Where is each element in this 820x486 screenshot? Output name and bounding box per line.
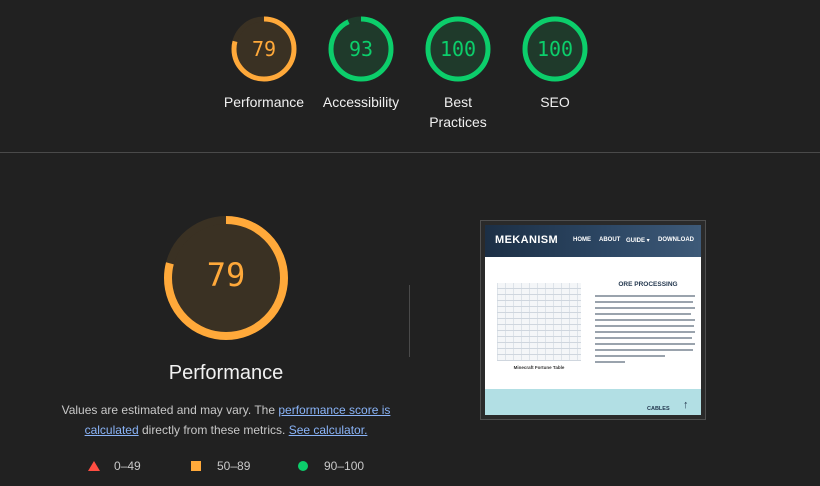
screenshot-nav-item: DOWNLOAD	[658, 237, 694, 243]
gauge-score: 79	[251, 37, 277, 61]
score-legend: 0–49 50–89 90–100	[88, 458, 388, 474]
screenshot-header: MEKANISM HOME ABOUT GUIDE ▾ DOWNLOAD	[485, 225, 701, 257]
legend-range: 50–89	[217, 459, 251, 473]
triangle-icon	[88, 461, 100, 471]
performance-score: 79	[206, 256, 246, 294]
gauge-accessibility[interactable]: 93 Accessibility	[313, 16, 409, 112]
category-gauges: 79 Performance 93 Accessibility 100 Best…	[0, 0, 820, 152]
legend-range: 90–100	[324, 459, 365, 473]
see-calculator-link[interactable]: See calculator.	[289, 423, 368, 437]
screenshot-logo: MEKANISM	[495, 234, 559, 246]
section-divider	[0, 152, 820, 153]
gauge-label: Performance	[223, 94, 305, 110]
screenshot-page: MEKANISM HOME ABOUT GUIDE ▾ DOWNLOAD Min…	[485, 225, 701, 415]
gauge-label: Best Practices	[429, 94, 487, 130]
gauge-label: Accessibility	[322, 94, 400, 110]
gauge-performance[interactable]: 79 Performance	[216, 16, 312, 112]
final-screenshot[interactable]: MEKANISM HOME ABOUT GUIDE ▾ DOWNLOAD Min…	[480, 220, 706, 420]
gauge-score: 93	[348, 37, 374, 61]
description-text: Values are estimated and may vary. The	[61, 403, 279, 417]
legend-range: 0–49	[114, 459, 141, 473]
square-icon	[191, 461, 201, 471]
screenshot-footer-label: CABLES	[647, 406, 670, 412]
description-text: directly from these metrics.	[138, 423, 289, 437]
screenshot-nav-item: GUIDE ▾	[626, 238, 650, 244]
circle-icon	[298, 461, 308, 471]
gauge-score: 100	[439, 37, 477, 61]
screenshot-paragraph	[595, 295, 695, 367]
screenshot-nav-item: ABOUT	[599, 237, 621, 243]
screenshot-table	[497, 283, 581, 361]
vertical-divider	[409, 285, 410, 357]
screenshot-table-caption: Minecraft Fortune Table	[513, 365, 565, 370]
screenshot-nav-item: HOME	[573, 237, 591, 243]
screenshot-heading: ORE PROCESSING	[618, 281, 678, 288]
gauge-label: SEO	[540, 94, 570, 110]
performance-gauge-large: 79	[164, 216, 288, 340]
up-arrow-icon: ↑	[683, 399, 689, 411]
gauge-seo[interactable]: 100 SEO	[507, 16, 603, 112]
performance-description: Values are estimated and may vary. The p…	[56, 400, 396, 440]
gauge-score: 100	[536, 37, 574, 61]
gauge-best-practices[interactable]: 100 Best Practices	[410, 16, 506, 132]
performance-title: Performance	[168, 362, 284, 384]
